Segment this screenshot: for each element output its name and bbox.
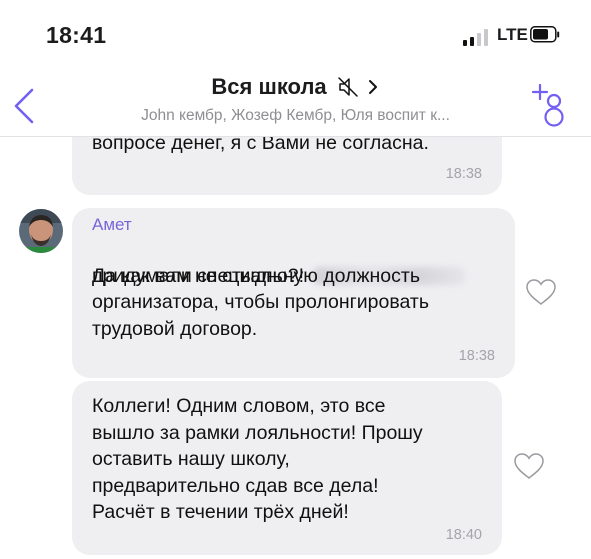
- chat-title-row[interactable]: Вся школа: [0, 74, 591, 100]
- signal-icon: [463, 29, 488, 46]
- sender-avatar[interactable]: [19, 209, 63, 253]
- message-text: вопросе денег, я с Вами не согласна.: [92, 137, 429, 154]
- mute-icon: [338, 77, 358, 97]
- network-label: LTE: [497, 25, 528, 44]
- chat-header: Вся школа John кембр, Жозеф Кембр, Юля в…: [0, 62, 591, 137]
- message-sender[interactable]: Амет: [92, 215, 132, 235]
- message-bubble[interactable]: вопросе денег, я с Вами не согласна. 18:…: [72, 137, 502, 195]
- message-bubble[interactable]: Коллеги! Одним словом, это все вышло за …: [72, 381, 502, 555]
- status-bar: 18:41 LTE: [0, 0, 591, 62]
- status-time: 18:41: [46, 22, 107, 48]
- like-icon[interactable]: [512, 451, 546, 481]
- message-time: 18:38: [445, 166, 482, 182]
- chat-members-subtitle[interactable]: John кембр, Жозеф Кембр, Юля воспит к...: [0, 107, 591, 125]
- message-text: Коллеги! Одним словом, это все вышло за …: [92, 395, 423, 523]
- message-time: 18:38: [458, 348, 495, 364]
- like-icon[interactable]: [524, 277, 558, 307]
- chat-title[interactable]: Вся школа: [211, 74, 326, 100]
- add-member-icon[interactable]: [532, 84, 572, 128]
- battery-icon: [530, 26, 560, 43]
- message-text: придумали специальную должность организа…: [92, 264, 430, 340]
- message-list[interactable]: вопросе денег, я с Вами не согласна. 18:…: [0, 137, 591, 559]
- chevron-right-icon: [368, 80, 377, 94]
- message-bubble[interactable]: Амет Да как вам не стыдно?! придумали сп…: [72, 208, 515, 378]
- message-time: 18:40: [445, 527, 482, 543]
